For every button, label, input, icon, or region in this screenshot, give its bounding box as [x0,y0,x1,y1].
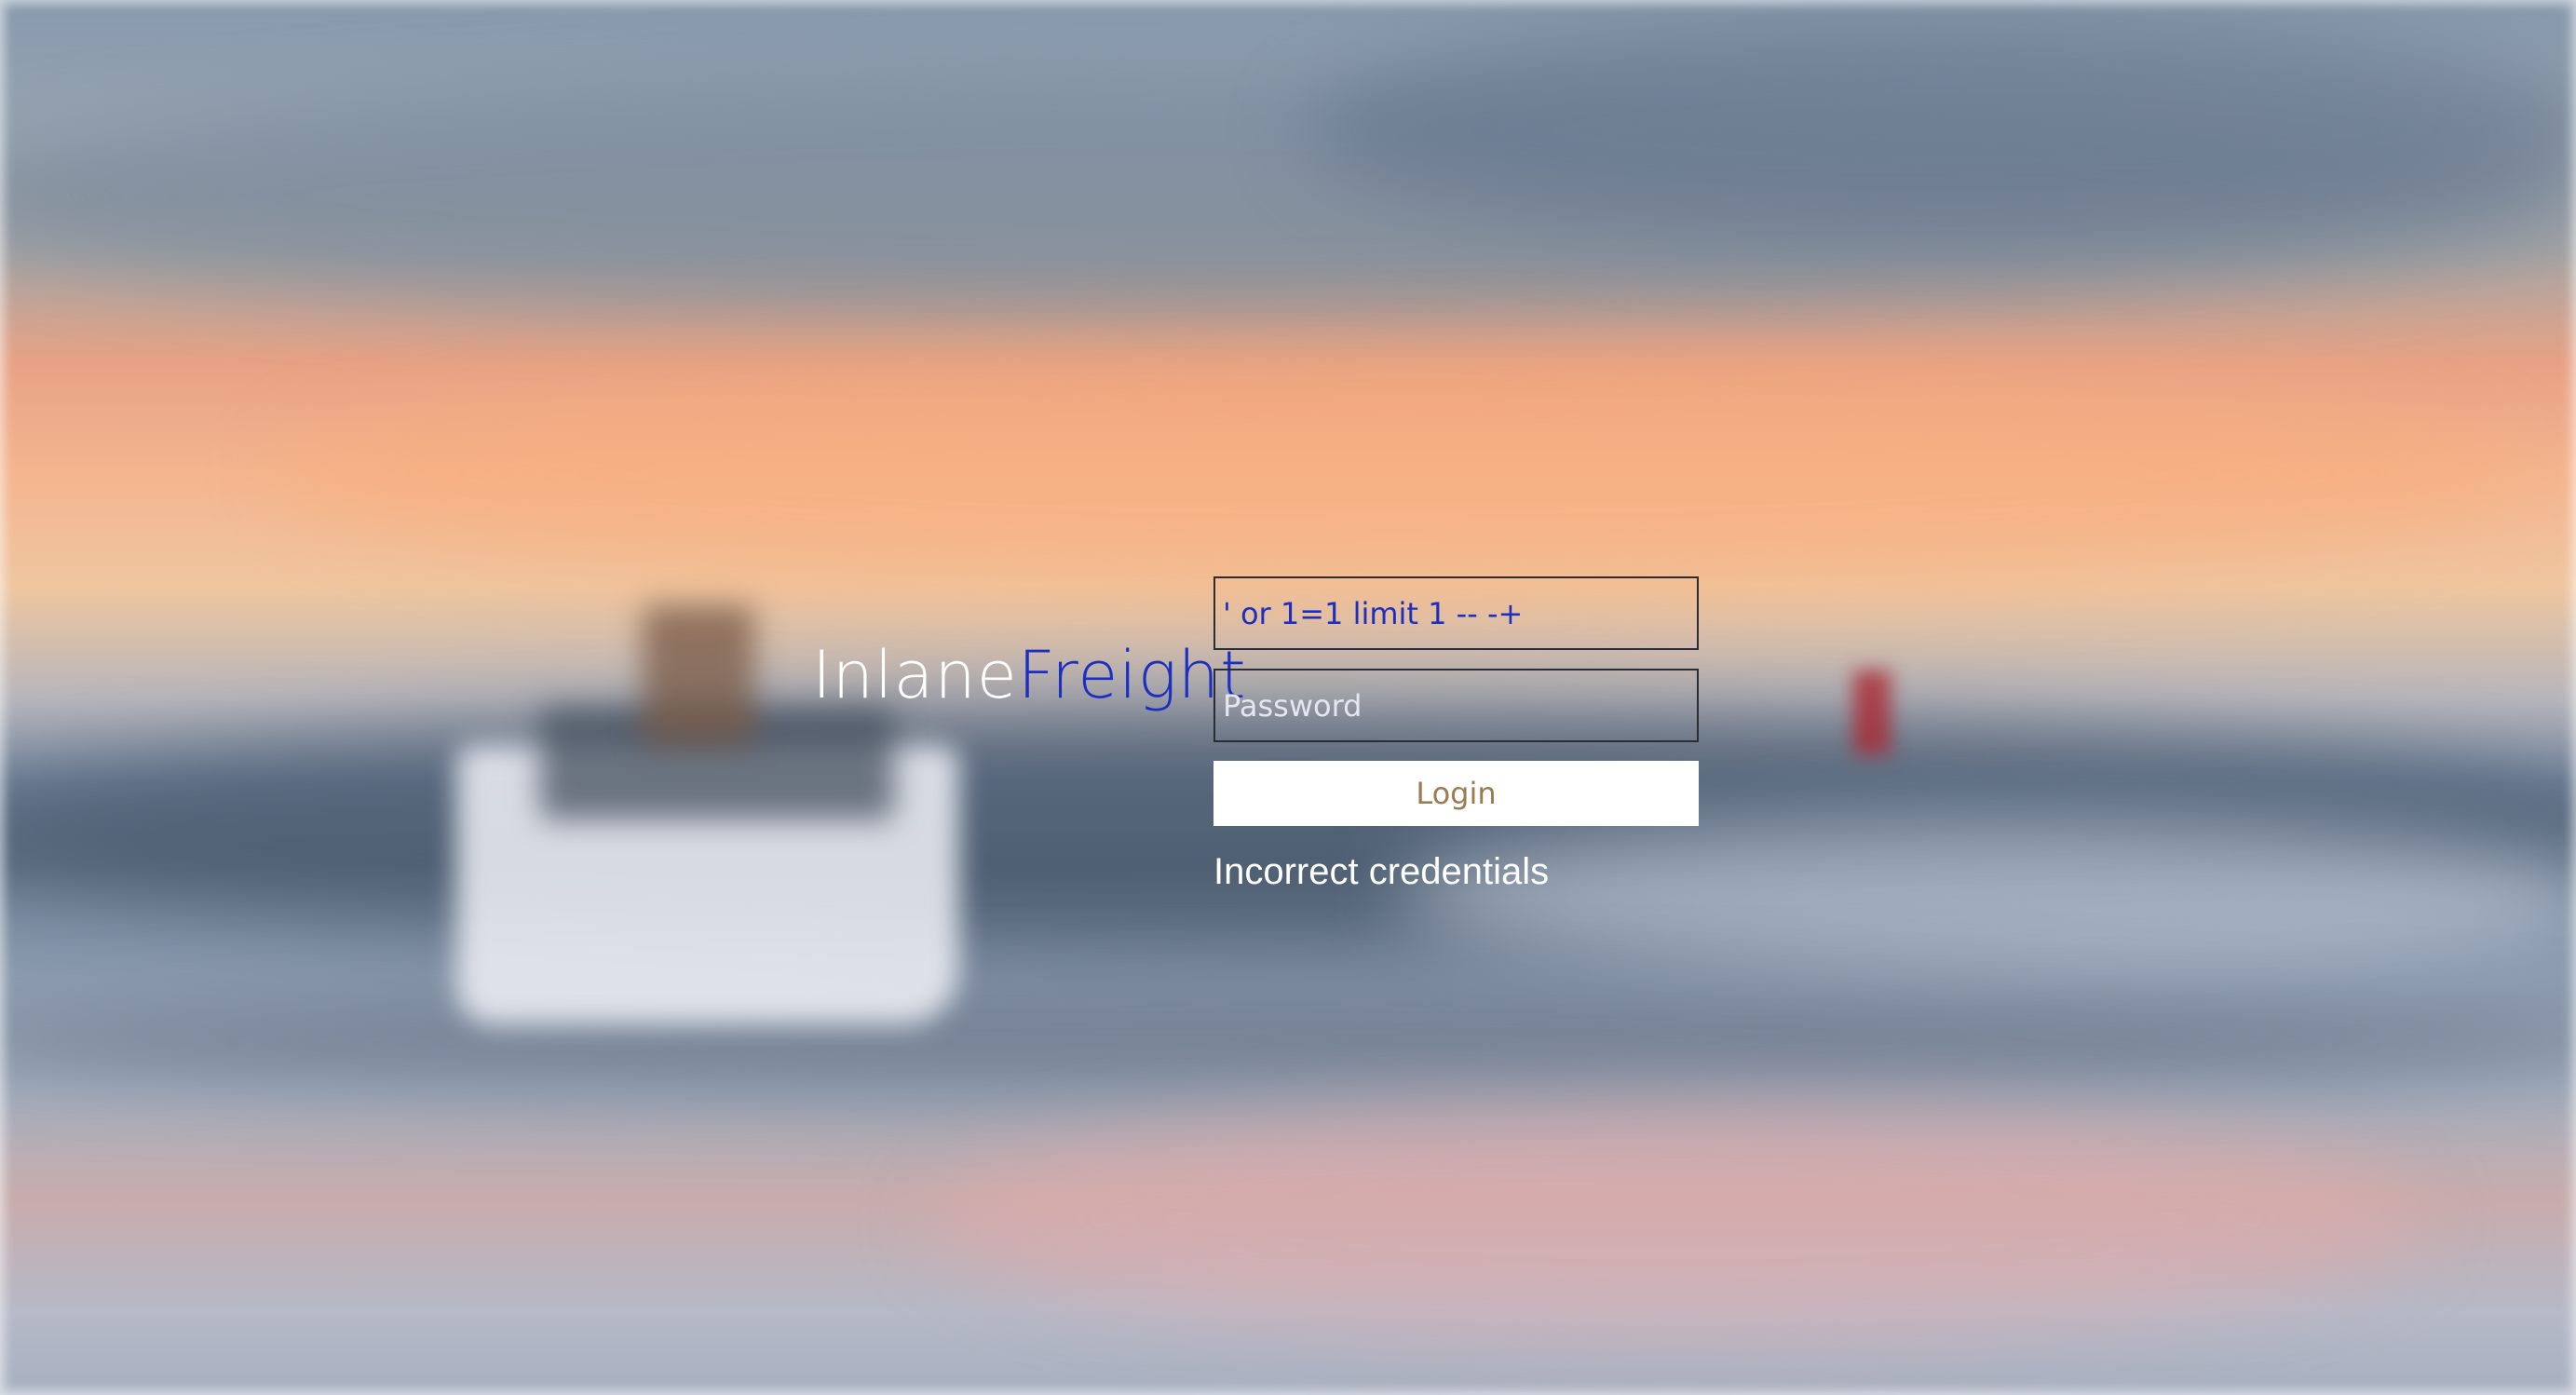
brand-name-freight: Freight [1017,637,1247,713]
login-form: Login Incorrect credentials [1213,576,1699,895]
brand-logo: InlaneFreight [812,633,1247,717]
login-button[interactable]: Login [1213,761,1699,826]
password-input[interactable] [1213,669,1699,742]
brand-name-inlane: Inlane [812,637,1018,713]
error-message: Incorrect credentials [1213,851,1550,892]
username-input[interactable] [1213,576,1699,650]
